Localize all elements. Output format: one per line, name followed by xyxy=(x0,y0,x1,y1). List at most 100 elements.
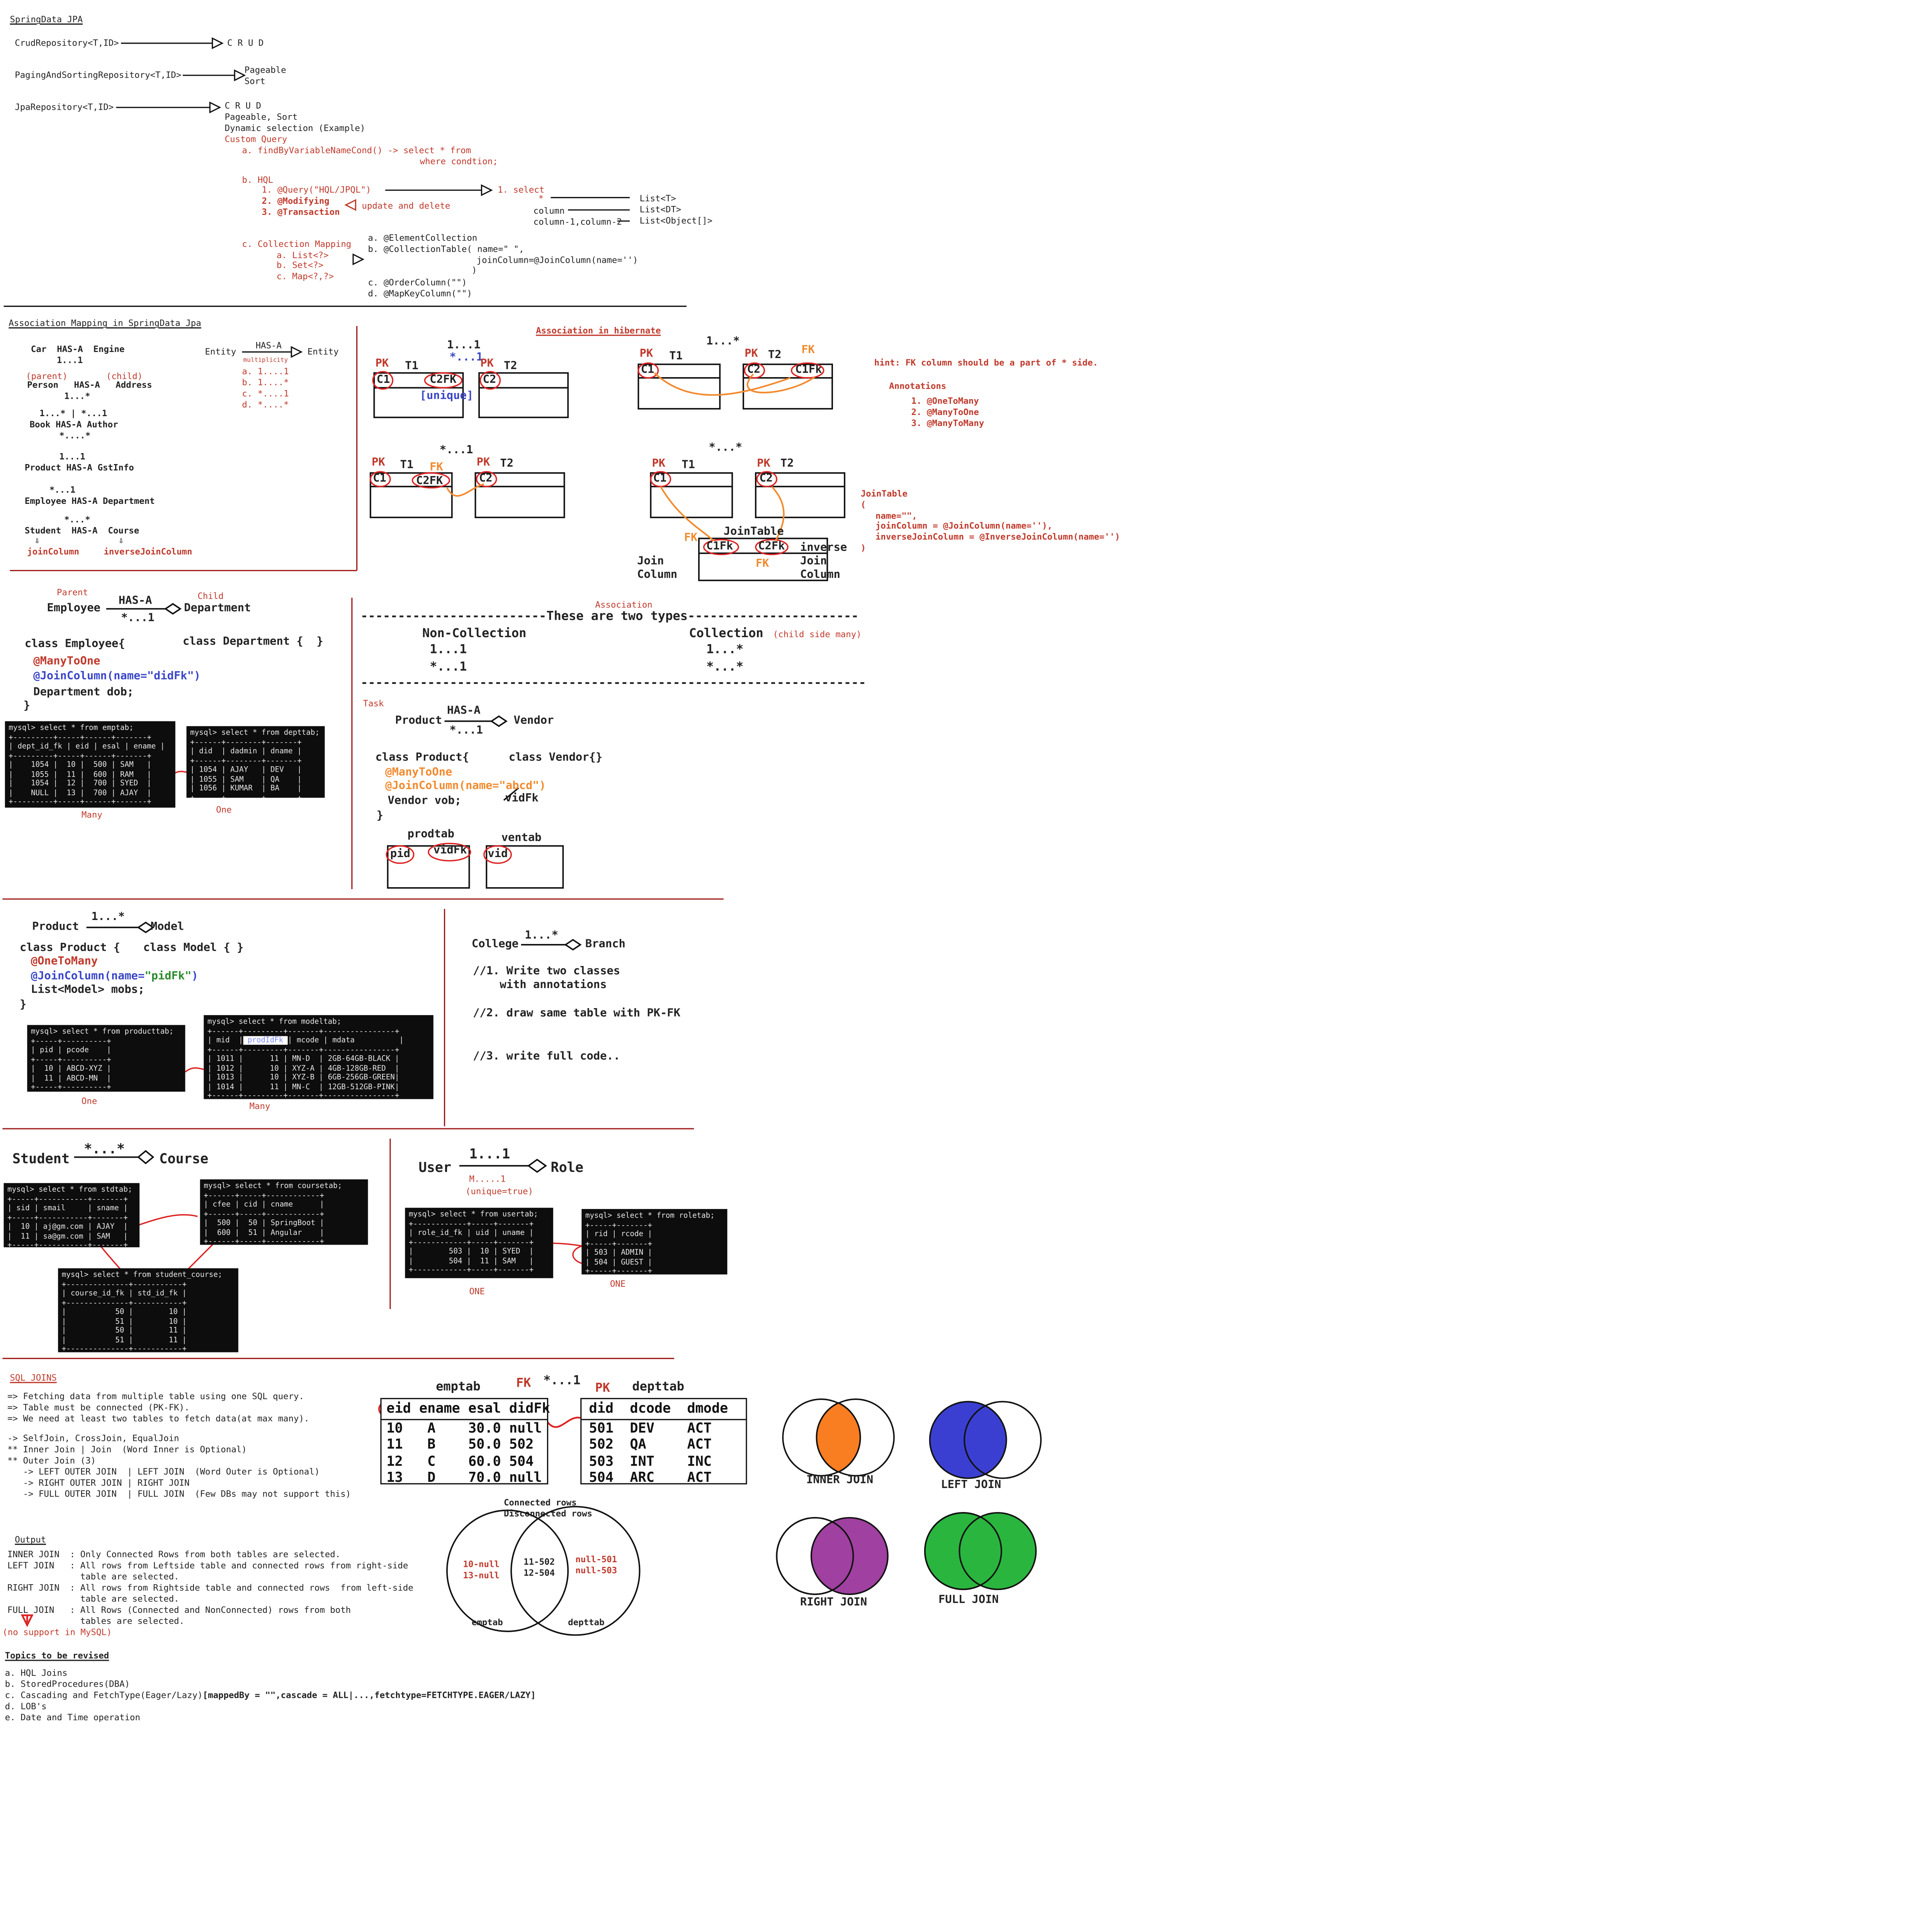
types-line: -------------------------These are two t… xyxy=(360,610,859,624)
terminal-roletab: mysql> select * from roletab; +-----+---… xyxy=(581,1209,728,1275)
sql-joins-title: SQL JOINS xyxy=(10,1373,57,1383)
down-arrow-icon: ⇩ xyxy=(118,536,124,546)
class-employee: class Employee{ xyxy=(24,638,125,651)
collection-mapping: c. Collection Mapping xyxy=(242,240,352,250)
pk-label: PK xyxy=(757,458,770,471)
hql-modifying: 2. @Modifying xyxy=(262,196,330,206)
oto-mult: 1...1 xyxy=(447,339,481,352)
one-tag: ONE xyxy=(469,1287,485,1297)
vid-cell: vid xyxy=(488,848,508,861)
student-course: Student HAS-A Course xyxy=(24,526,139,536)
sort-text: Sort xyxy=(244,77,265,87)
hint-text: hint: FK column should be a part of * si… xyxy=(874,358,1098,368)
book-author: Book HAS-A Author xyxy=(29,420,118,430)
mult-a: a. 1....1 xyxy=(242,367,289,377)
find-by-a: a. findByVariableNameCond() -> select * … xyxy=(242,146,471,156)
jpa-pageable-sort: Pageable, Sort xyxy=(224,112,298,122)
one-tag: ONE xyxy=(610,1279,626,1289)
custom-query: Custom Query xyxy=(224,134,287,145)
parent-tag: Parent xyxy=(57,588,88,598)
jointable-title: JoinTable xyxy=(860,489,908,499)
pk-label: PK xyxy=(476,457,490,469)
map-q: c. Map<?,?> xyxy=(276,272,334,282)
annotation-manytoone: 2. @ManyToOne xyxy=(911,407,979,418)
vendor-label: Vendor xyxy=(513,715,554,728)
no-support-mysql: (no support in MySQL) xyxy=(2,1628,112,1638)
output-left: LEFT JOIN : All rows from Leftside table… xyxy=(7,1561,408,1582)
product-mult: *...1 xyxy=(449,725,483,738)
jpa-repo-label: JpaRepository<T,ID> xyxy=(15,102,114,112)
otm-mult: 1...* xyxy=(706,336,740,349)
class-close: } xyxy=(23,700,31,713)
student-mult: *...* xyxy=(84,1141,125,1157)
pk-label: PK xyxy=(745,348,758,361)
select-column: column xyxy=(533,206,565,216)
product-mult: 1...1 xyxy=(59,452,85,462)
terminal-producttab: mysql> select * from producttab; +-----+… xyxy=(27,1025,185,1092)
joincolumn-annotation: @JoinColumn(name="abcd") xyxy=(385,780,546,793)
fk-label: FK xyxy=(755,558,769,571)
terminal-emptab: mysql> select * from emptab; +---------+… xyxy=(5,721,175,808)
user-m1: M.....1 xyxy=(469,1174,506,1184)
entity-left: Entity xyxy=(205,347,236,357)
t2-label: T2 xyxy=(768,349,782,362)
question-3: //3. write full code.. xyxy=(473,1051,620,1063)
class-model: class Model { } xyxy=(143,942,244,955)
venn-depttab: depttab xyxy=(568,1617,605,1628)
non-collection: Non-Collection xyxy=(422,627,527,641)
joincolumn-value: "pidFk" xyxy=(144,971,192,983)
jointable-joincolumn: joinColumn = @JoinColumn(name=''), xyxy=(875,521,1052,531)
join-column-label: joinColumn xyxy=(27,547,80,557)
car-engine: Car HAS-A Engine xyxy=(31,344,125,355)
paging-repo-label: PagingAndSortingRepository<T,ID> xyxy=(15,70,182,80)
dash-line: ----------------------------------------… xyxy=(360,677,866,690)
class-close: } xyxy=(376,810,384,823)
element-collection: a. @ElementCollection xyxy=(368,233,478,243)
question-2: //2. draw same table with PK-FK xyxy=(473,1007,680,1020)
c2-cell: C2 xyxy=(479,473,493,486)
sql-line-7: -> LEFT OUTER JOIN | LEFT JOIN (Word Out… xyxy=(7,1467,320,1477)
sql-line-6: ** Outer Join (3) xyxy=(7,1456,96,1466)
depttab-rows: 501 DEV ACT 502 QA ACT 503 INT INC 504 A… xyxy=(589,1419,712,1486)
join-column-text: Join Column xyxy=(637,556,678,582)
c1fk-cell: C1Fk xyxy=(706,541,733,553)
inverse-join-column-label: inverseJoinColumn xyxy=(104,547,192,557)
task-tag: Task xyxy=(363,699,384,709)
right-join-label: RIGHT JOIN xyxy=(800,1597,867,1609)
c1-cell: C1 xyxy=(373,473,386,486)
select-star: * xyxy=(538,194,544,204)
inverse-join-column-text: inverse Join Column xyxy=(800,542,847,582)
topic-c: c. Cascading and FetchType(Eager/Lazy)[m… xyxy=(5,1690,536,1702)
fk-label: FK xyxy=(516,1377,531,1391)
topic-c-text: c. Cascading and FetchType(Eager/Lazy) xyxy=(5,1690,203,1701)
terminal-stdtab: mysql> select * from stdtab; +-----+----… xyxy=(3,1183,140,1247)
user-mult: 1...1 xyxy=(469,1146,510,1162)
vidfk-note: vidFk xyxy=(505,793,539,805)
jointable-name: name="", xyxy=(875,511,917,521)
modeltab-highlight: prodIdFk xyxy=(243,1036,288,1045)
c2-cell: C2 xyxy=(747,364,761,377)
course-label: Course xyxy=(159,1151,209,1167)
pk-label: PK xyxy=(371,457,385,469)
crud-repo-label: CrudRepository<T,ID> xyxy=(15,38,119,48)
sql-line-8: -> RIGHT OUTER JOIN | RIGHT JOIN xyxy=(7,1478,190,1488)
output-title: Output xyxy=(15,1535,46,1545)
child-tag: Child xyxy=(197,591,224,602)
c-mtm: *...* xyxy=(706,660,744,675)
venn-left-values: 10-null 13-null xyxy=(463,1560,500,1581)
list-t: List<T> xyxy=(639,194,676,204)
left-join-label: LEFT JOIN xyxy=(941,1479,1001,1492)
mtm-mult: *...* xyxy=(709,442,743,455)
person-address: Person HAS-A Address xyxy=(27,380,152,390)
list-object: List<Object[]> xyxy=(639,216,713,226)
terminal-coursetab: mysql> select * from coursetab; +------+… xyxy=(200,1179,368,1245)
sql-line-9: -> FULL OUTER JOIN | FULL JOIN (Few DBs … xyxy=(7,1489,351,1499)
product-label: Product xyxy=(395,715,442,728)
child-side-many: (child side many) xyxy=(773,629,862,640)
person-mult: 1...* xyxy=(64,391,90,401)
c-otm: 1...* xyxy=(706,643,744,657)
pk-label: PK xyxy=(652,458,666,471)
select-columns: column-1,column-2 xyxy=(533,217,622,228)
section-title-association: Association Mapping in SpringData Jpa xyxy=(8,318,201,329)
topic-c-bold: [mappedBy = "",cascade = ALL|...,fetchty… xyxy=(202,1690,536,1701)
